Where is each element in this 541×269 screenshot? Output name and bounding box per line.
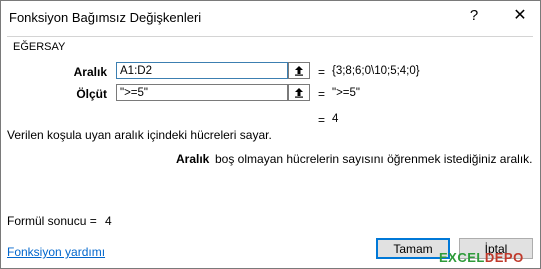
function-result-eq: = (318, 113, 326, 127)
watermark-part1: EXCEL (439, 250, 485, 265)
arg-help-name: Aralık (176, 152, 210, 166)
arg-result-olcut: ">=5" (332, 87, 360, 99)
collapse-arrow-icon (295, 66, 303, 76)
formula-result-value: 4 (105, 214, 112, 228)
title-bar: Fonksiyon Bağımsız Değişkenleri ? ✕ (1, 1, 540, 35)
arg-input-aralik[interactable]: A1:D2 (116, 62, 288, 79)
arg-result-aralik: {3;8;6;0\10;5;4;0} (332, 65, 420, 77)
collapse-dialog-button-olcut[interactable] (288, 84, 310, 101)
function-arguments-dialog: Fonksiyon Bağımsız Değişkenleri ? ✕ EĞER… (0, 0, 541, 269)
arg-input-olcut[interactable]: ">=5" (116, 84, 288, 101)
arg-eq-olcut: = (318, 87, 326, 101)
formula-result-label: Formül sonucu = (7, 214, 97, 228)
excel-depo-watermark: EXCELDEPO (439, 250, 524, 265)
function-help-link[interactable]: Fonksiyon yardımı (7, 245, 105, 259)
arg-label-aralik: Aralık (73, 65, 107, 79)
close-button[interactable]: ✕ (509, 5, 531, 27)
watermark-part2: DEPO (484, 250, 524, 265)
function-group: EĞERSAY Aralık A1:D2 = {3;8;6;0\10;5;4;0… (7, 36, 533, 109)
arg-eq-aralik: = (318, 65, 326, 79)
function-name: EĞERSAY (13, 41, 66, 53)
collapse-dialog-button-aralik[interactable] (288, 62, 310, 79)
arg-label-olcut: Ölçüt (76, 87, 107, 101)
dialog-title: Fonksiyon Bağımsız Değişkenleri (9, 10, 202, 25)
function-result-value: 4 (332, 113, 339, 125)
help-button[interactable]: ? (463, 5, 485, 27)
function-description: Verilen koşula uyan aralık içindeki hücr… (7, 128, 272, 142)
arg-help-text: boş olmayan hücrelerin sayısını öğrenmek… (215, 152, 533, 166)
collapse-arrow-icon (295, 88, 303, 98)
